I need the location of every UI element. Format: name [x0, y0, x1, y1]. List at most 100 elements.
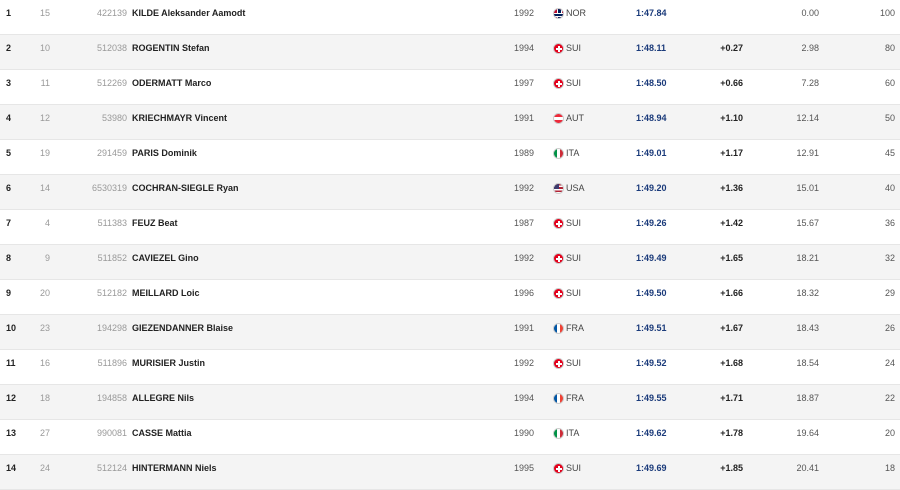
- rank-cell: 5: [6, 148, 12, 158]
- time-cell: 1:49.50: [636, 288, 667, 298]
- fis-points-cell: 12.91: [796, 148, 819, 158]
- fis-points-cell: 15.01: [796, 183, 819, 193]
- table-row[interactable]: 9 20 512182 MEILLARD Loic 1996 SUI 1:49.…: [0, 280, 900, 315]
- diff-cell: +1.65: [720, 253, 743, 263]
- bib-cell: 19: [39, 148, 50, 158]
- cup-points-cell: 24: [884, 358, 895, 368]
- athlete-name-cell: CASSE Mattia: [132, 428, 192, 438]
- birth-year-cell: 1992: [513, 253, 534, 263]
- fis-points-cell: 0.00: [801, 8, 819, 18]
- time-cell: 1:47.84: [636, 8, 667, 18]
- flag-fra-icon: [553, 393, 564, 404]
- birth-year-cell: 1990: [513, 428, 534, 438]
- bib-cell: 10: [39, 43, 50, 53]
- athlete-name-cell: ODERMATT Marco: [132, 78, 212, 88]
- fis-code-cell: 422139: [96, 8, 127, 18]
- fis-code-cell: 511896: [97, 358, 127, 368]
- table-row[interactable]: 1 15 422139 KILDE Aleksander Aamodt 1992…: [0, 0, 900, 35]
- nation-cell: SUI: [566, 78, 582, 88]
- table-row[interactable]: 6 14 6530319 COCHRAN-SIEGLE Ryan 1992 US…: [0, 175, 900, 210]
- athlete-name-cell: PARIS Dominik: [132, 148, 197, 158]
- fis-code-cell: 53980: [101, 113, 127, 123]
- birth-year-cell: 1989: [513, 148, 534, 158]
- table-row[interactable]: 8 9 511852 CAVIEZEL Gino 1992 SUI 1:49.4…: [0, 245, 900, 280]
- bib-cell: 9: [44, 253, 50, 263]
- time-cell: 1:48.50: [636, 78, 667, 88]
- time-cell: 1:49.51: [636, 323, 667, 333]
- fis-code-cell: 512038: [96, 43, 127, 53]
- fis-code-cell: 511852: [97, 253, 127, 263]
- diff-cell: +1.71: [720, 393, 743, 403]
- table-row[interactable]: 4 12 53980 KRIECHMAYR Vincent 1991 AUT 1…: [0, 105, 900, 140]
- fis-points-cell: 12.14: [796, 113, 819, 123]
- fis-code-cell: 512182: [96, 288, 127, 298]
- rank-cell: 3: [6, 78, 12, 88]
- table-row[interactable]: 14 24 512124 HINTERMANN Niels 1995 SUI 1…: [0, 455, 900, 490]
- fis-code-cell: 990081: [96, 428, 127, 438]
- bib-cell: 15: [39, 8, 50, 18]
- athlete-name-cell: ALLEGRE Nils: [132, 393, 195, 403]
- time-cell: 1:48.94: [636, 113, 667, 123]
- rank-cell: 13: [6, 428, 17, 438]
- athlete-name-cell: MEILLARD Loic: [132, 288, 200, 298]
- bib-cell: 24: [39, 463, 50, 473]
- time-cell: 1:49.20: [636, 183, 667, 193]
- cup-points-cell: 29: [884, 288, 895, 298]
- rank-cell: 10: [6, 323, 17, 333]
- cup-points-cell: 80: [884, 43, 895, 53]
- time-cell: 1:48.11: [636, 43, 667, 53]
- birth-year-cell: 1992: [513, 183, 534, 193]
- athlete-name-cell: ROGENTIN Stefan: [132, 43, 210, 53]
- nation-cell: SUI: [566, 43, 582, 53]
- flag-sui-icon: [553, 288, 564, 299]
- table-row[interactable]: 13 27 990081 CASSE Mattia 1990 ITA 1:49.…: [0, 420, 900, 455]
- cup-points-cell: 18: [884, 463, 895, 473]
- flag-ita-icon: [553, 148, 564, 159]
- bib-cell: 11: [40, 78, 50, 88]
- rank-cell: 9: [6, 288, 12, 298]
- table-row[interactable]: 11 16 511896 MURISIER Justin 1992 SUI 1:…: [0, 350, 900, 385]
- table-row[interactable]: 10 23 194298 GIEZENDANNER Blaise 1991 FR…: [0, 315, 900, 350]
- nation-cell: SUI: [566, 253, 582, 263]
- table-row[interactable]: 12 18 194858 ALLEGRE Nils 1994 FRA 1:49.…: [0, 385, 900, 420]
- birth-year-cell: 1994: [513, 393, 534, 403]
- table-row[interactable]: 3 11 512269 ODERMATT Marco 1997 SUI 1:48…: [0, 70, 900, 105]
- time-cell: 1:49.01: [636, 148, 667, 158]
- cup-points-cell: 32: [884, 253, 895, 263]
- time-cell: 1:49.26: [636, 218, 667, 228]
- diff-cell: +0.66: [720, 78, 743, 88]
- bib-cell: 16: [39, 358, 50, 368]
- rank-cell: 14: [6, 463, 17, 473]
- flag-sui-icon: [553, 218, 564, 229]
- flag-ita-icon: [553, 428, 564, 439]
- cup-points-cell: 20: [884, 428, 895, 438]
- time-cell: 1:49.52: [636, 358, 667, 368]
- birth-year-cell: 1996: [513, 288, 534, 298]
- time-cell: 1:49.49: [636, 253, 667, 263]
- birth-year-cell: 1992: [513, 8, 534, 18]
- table-row[interactable]: 2 10 512038 ROGENTIN Stefan 1994 SUI 1:4…: [0, 35, 900, 70]
- bib-cell: 20: [39, 288, 50, 298]
- flag-sui-icon: [553, 463, 564, 474]
- diff-cell: +1.42: [720, 218, 743, 228]
- table-row[interactable]: 7 4 511383 FEUZ Beat 1987 SUI 1:49.26 +1…: [0, 210, 900, 245]
- cup-points-cell: 100: [879, 8, 895, 18]
- nation-cell: SUI: [566, 288, 582, 298]
- rank-cell: 6: [6, 183, 12, 193]
- rank-cell: 12: [6, 393, 17, 403]
- birth-year-cell: 1992: [513, 358, 534, 368]
- fis-points-cell: 18.43: [796, 323, 819, 333]
- fis-points-cell: 7.28: [801, 78, 819, 88]
- nation-cell: SUI: [566, 463, 582, 473]
- fis-code-cell: 194858: [96, 393, 127, 403]
- table-row[interactable]: 5 19 291459 PARIS Dominik 1989 ITA 1:49.…: [0, 140, 900, 175]
- athlete-name-cell: CAVIEZEL Gino: [132, 253, 199, 263]
- athlete-name-cell: HINTERMANN Niels: [132, 463, 217, 473]
- fis-points-cell: 18.32: [796, 288, 819, 298]
- diff-cell: +1.78: [720, 428, 743, 438]
- diff-cell: +1.66: [720, 288, 743, 298]
- fis-code-cell: 512124: [96, 463, 127, 473]
- athlete-name-cell: FEUZ Beat: [132, 218, 178, 228]
- flag-nor-icon: [553, 8, 564, 19]
- nation-cell: AUT: [566, 113, 584, 123]
